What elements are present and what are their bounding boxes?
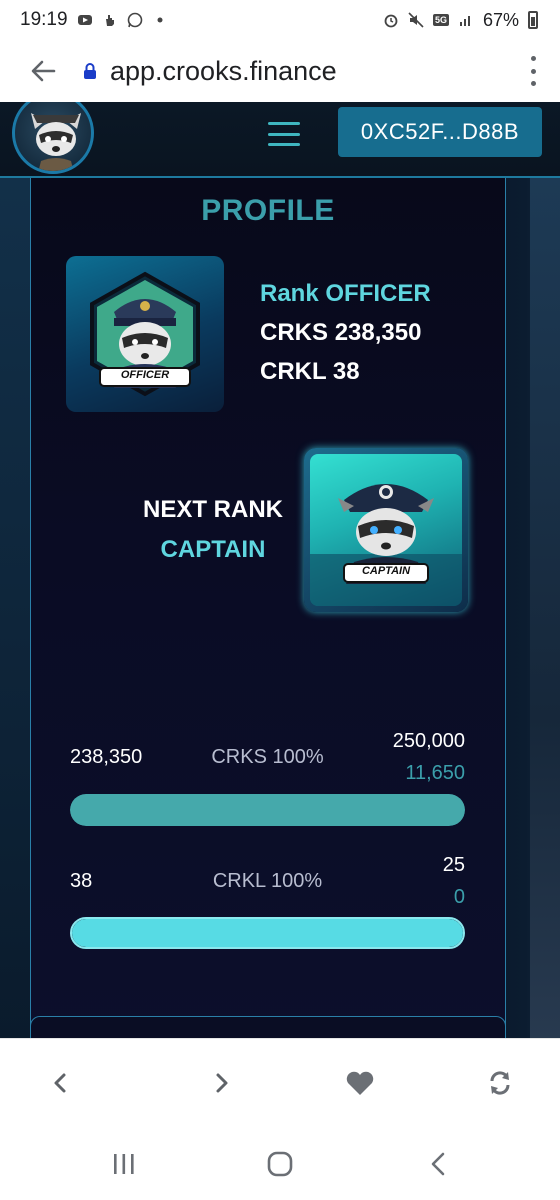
crks-value: 238,350 — [334, 319, 422, 346]
battery-icon — [528, 11, 538, 29]
status-bar: 19:19 5G 67% — [0, 0, 560, 40]
background-left — [0, 178, 30, 1038]
crks-progress-labels: 238,350 CRKS 100% 250,000 11,650 — [70, 730, 465, 784]
crks-target: 250,000 — [392, 730, 465, 752]
system-nav-bar — [0, 1124, 560, 1200]
captain-badge-label: CAPTAIN — [361, 565, 411, 577]
back-arrow-icon[interactable] — [28, 56, 58, 86]
crkl-label: CRKL — [260, 358, 327, 385]
status-time: 19:19 — [20, 9, 68, 30]
crkl-remaining: 0 — [453, 886, 465, 908]
raccoon-logo-icon[interactable] — [12, 102, 94, 174]
alarm-icon — [384, 14, 398, 28]
next-rank-title: NEXT RANK — [142, 496, 283, 523]
crkl-line: CRKL 38 — [260, 358, 431, 386]
overflow-menu-icon[interactable] — [528, 56, 538, 86]
captain-rank-image: CAPTAIN — [310, 454, 462, 606]
browser-forward-icon[interactable] — [204, 1065, 240, 1101]
recent-apps-icon[interactable] — [104, 1144, 144, 1184]
battery-percent: 67% — [482, 9, 519, 30]
crks-line: CRKS 238,350 — [260, 319, 431, 347]
background-right — [530, 178, 560, 1038]
next-card — [30, 1016, 506, 1038]
network-badge: 5G — [432, 14, 449, 26]
next-rank-name: CAPTAIN — [160, 536, 266, 563]
crkl-target: 25 — [442, 854, 465, 876]
crks-label: CRKS — [260, 319, 329, 346]
crks-progress-fill — [70, 794, 465, 826]
captain-rank-badge: CAPTAIN — [304, 448, 468, 612]
crkl-progress-bar — [70, 917, 465, 949]
lock-icon — [82, 62, 98, 80]
system-back-icon[interactable] — [418, 1144, 458, 1184]
crkl-progress-labels: 38 CRKL 100% 25 0 — [70, 854, 465, 908]
rank-info: Rank OFFICER CRKS 238,350 CRKL 38 — [260, 280, 431, 397]
crkl-progress-fill — [72, 919, 463, 947]
youtube-icon — [77, 15, 92, 25]
web-content: 0XC52F...D88B PROFILE OFFICER Rank OFFIC… — [0, 102, 560, 1038]
mute-icon — [408, 12, 424, 28]
crks-progress-bar — [70, 794, 465, 826]
wallet-address-button[interactable]: 0XC52F...D88B — [338, 107, 542, 157]
hand-icon — [105, 15, 114, 26]
favorite-heart-icon[interactable] — [342, 1065, 378, 1101]
rank-value: OFFICER — [325, 280, 431, 307]
rank-line: Rank OFFICER — [260, 280, 431, 308]
crks-remaining: 11,650 — [405, 762, 465, 784]
app-navbar: 0XC52F...D88B — [0, 102, 560, 178]
url-text[interactable]: app.crooks.finance — [110, 56, 528, 87]
browser-back-icon[interactable] — [42, 1065, 78, 1101]
home-icon[interactable] — [260, 1144, 300, 1184]
crkl-value: 38 — [332, 358, 360, 385]
dot-icon — [157, 17, 163, 23]
page-title: PROFILE — [201, 194, 335, 227]
officer-rank-badge: OFFICER — [66, 256, 224, 412]
rank-label: Rank — [260, 280, 319, 307]
refresh-icon[interactable] — [482, 1065, 518, 1101]
hamburger-menu-icon[interactable] — [268, 122, 300, 146]
signal-icon — [459, 16, 470, 26]
crkl-percent-label: CRKL 100% — [212, 870, 323, 892]
browser-bottom-bar — [0, 1038, 560, 1124]
whatsapp-icon — [127, 12, 142, 28]
officer-badge-label: OFFICER — [120, 369, 170, 381]
browser-url-bar: app.crooks.finance — [0, 40, 560, 102]
